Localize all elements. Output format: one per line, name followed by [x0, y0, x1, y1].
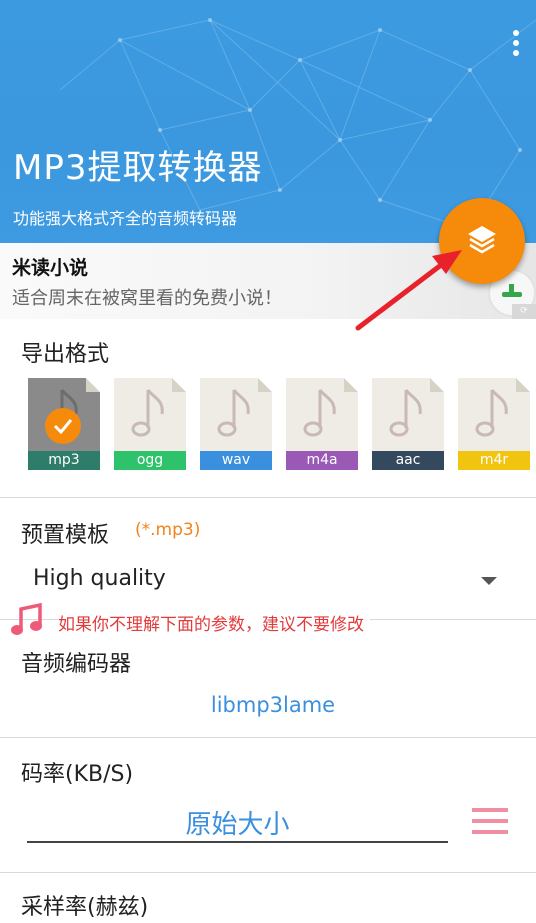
more-vert-icon[interactable] [506, 30, 526, 62]
page-fold [516, 378, 530, 392]
preset-template-value: High quality [33, 566, 166, 591]
music-file-icon [217, 389, 250, 437]
dropdown-caret-icon[interactable] [481, 577, 497, 585]
music-note-icon [11, 603, 42, 635]
app-title: MP3提取转换器 [13, 148, 263, 188]
format-item-m4a[interactable]: m4a [286, 378, 358, 470]
page-fold [172, 378, 186, 392]
app-subtitle: 功能强大格式齐全的音频转码器 [13, 209, 238, 228]
bitrate-title: 码率(KB/S) [21, 762, 134, 787]
bitrate-input[interactable]: 原始大小 [27, 804, 448, 841]
divider [0, 737, 536, 738]
format-item-m4r[interactable]: m4r [458, 378, 530, 470]
check-icon [45, 408, 81, 444]
divider [0, 497, 536, 498]
page-fold [430, 378, 444, 392]
ad-corner-icon: ⟳ [512, 304, 536, 319]
red-arrow-annotation [355, 250, 462, 331]
audio-codec-value[interactable]: libmp3lame [0, 693, 536, 717]
format-list: mp3 ogg wav m4a aac m4r [28, 378, 536, 470]
page-fold [258, 378, 272, 392]
ad-description: 适合周末在被窝里看的免费小说！ [12, 288, 282, 309]
music-file-icon [389, 389, 422, 437]
music-file-icon [303, 389, 336, 437]
warning-text: 如果你不理解下面的参数，建议不要修改 [58, 610, 370, 635]
format-label: m4a [286, 451, 358, 470]
format-label: aac [372, 451, 444, 470]
bitrate-underline [27, 841, 448, 843]
format-label: mp3 [28, 451, 100, 470]
format-item-wav[interactable]: wav [200, 378, 272, 470]
audio-codec-title: 音频编码器 [21, 652, 132, 677]
export-format-title: 导出格式 [21, 342, 110, 367]
format-item-aac[interactable]: aac [372, 378, 444, 470]
format-label: m4r [458, 451, 530, 470]
format-item-mp3[interactable]: mp3 [28, 378, 100, 470]
template-extension: (*.mp3) [135, 520, 201, 540]
music-file-icon [475, 389, 508, 437]
ad-title: 米读小说 [12, 257, 89, 279]
preset-template-title: 预置模板 [21, 523, 110, 548]
format-label: wav [200, 451, 272, 470]
format-label: ogg [114, 451, 186, 470]
samplerate-title: 采样率(赫兹) [21, 895, 149, 920]
menu-lines-icon[interactable] [472, 806, 508, 836]
page-fold [86, 378, 100, 392]
page-fold [344, 378, 358, 392]
divider [0, 872, 536, 873]
music-file-icon [131, 389, 164, 437]
format-item-ogg[interactable]: ogg [114, 378, 186, 470]
